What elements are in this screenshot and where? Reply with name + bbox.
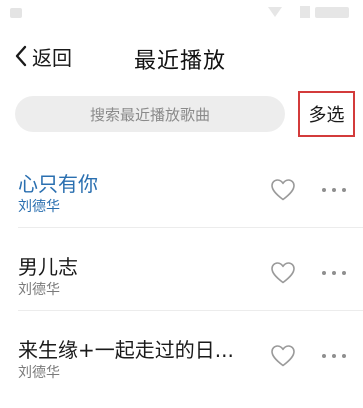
song-list: 心只有你 刘德华 男儿志 刘德华 来生缘+一起走过的日... 刘德华 — [0, 152, 363, 394]
heart-icon[interactable] — [270, 344, 296, 368]
back-button[interactable]: 返回 — [14, 40, 72, 72]
song-artist: 刘德华 — [18, 365, 60, 381]
divider — [18, 310, 363, 311]
song-title: 心只有你 — [18, 172, 98, 196]
page-title: 最近播放 — [134, 49, 227, 74]
multi-select-button[interactable]: 多选 — [298, 91, 355, 137]
song-artist: 刘德华 — [18, 199, 60, 215]
more-dots-icon[interactable] — [320, 354, 348, 360]
chevron-left-icon — [14, 45, 28, 67]
song-item[interactable]: 心只有你 刘德华 — [0, 152, 363, 228]
search-input[interactable]: 搜索最近播放歌曲 — [15, 96, 285, 132]
song-title: 来生缘+一起走过的日... — [18, 338, 234, 362]
back-label: 返回 — [32, 45, 72, 70]
song-item[interactable]: 来生缘+一起走过的日... 刘德华 — [0, 318, 363, 394]
status-icon — [10, 8, 22, 18]
more-dots-icon[interactable] — [320, 188, 348, 194]
more-dots-icon[interactable] — [320, 271, 348, 277]
song-title: 男儿志 — [18, 255, 78, 279]
divider — [18, 227, 363, 228]
song-item[interactable]: 男儿志 刘德华 — [0, 235, 363, 311]
search-placeholder: 搜索最近播放歌曲 — [89, 105, 210, 124]
nav-bar: 返回 最近播放 — [0, 36, 363, 76]
signal-icon — [300, 6, 310, 18]
wifi-icon — [268, 7, 282, 17]
status-bar — [0, 0, 363, 30]
heart-icon[interactable] — [270, 178, 296, 202]
heart-icon[interactable] — [270, 261, 296, 285]
battery-icon — [315, 7, 349, 18]
song-artist: 刘德华 — [18, 282, 60, 298]
